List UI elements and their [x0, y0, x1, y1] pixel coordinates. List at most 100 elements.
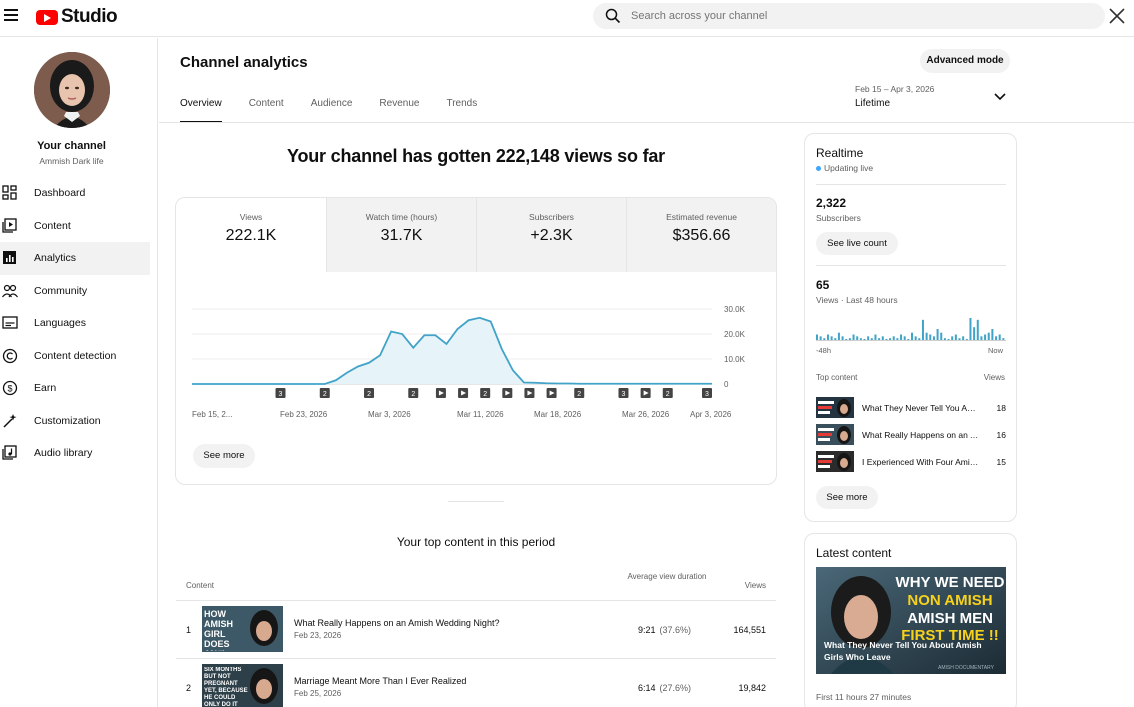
- chart-see-more-button[interactable]: See more: [193, 444, 255, 468]
- avg-view-duration: 9:21 (37.6%): [596, 625, 691, 635]
- realtime-bar: [984, 334, 987, 340]
- video-count-marker[interactable]: 3: [702, 388, 712, 398]
- search-input[interactable]: [631, 7, 1071, 25]
- metric-value: 31.7K: [380, 227, 423, 244]
- realtime-divider: [816, 265, 1006, 266]
- y-tick-label: 20.0K: [724, 330, 746, 339]
- tab-audience[interactable]: Audience: [311, 98, 353, 123]
- tab-overview[interactable]: Overview: [180, 98, 222, 123]
- metric-value: $356.66: [672, 227, 731, 244]
- row-views: 164,551: [733, 625, 766, 635]
- views-headline: Your channel has gotten 222,148 views so…: [286, 146, 665, 166]
- sidebar-item-earn[interactable]: $ Earn: [0, 372, 150, 405]
- chevron-down-icon[interactable]: [994, 92, 1006, 102]
- realtime-bar: [947, 339, 950, 340]
- video-thumbnail[interactable]: [816, 424, 854, 445]
- sidebar-item-content-detection[interactable]: Content detection: [0, 340, 150, 373]
- video-thumbnail[interactable]: HOW AMISH GIRL DOES AN#L: [202, 606, 283, 652]
- sidebar-item-content[interactable]: Content: [0, 210, 150, 243]
- realtime-top-views-header: Views: [983, 373, 1005, 382]
- video-publish-marker[interactable]: [502, 388, 513, 398]
- video-count-marker[interactable]: 3: [275, 388, 286, 398]
- realtime-bar: [892, 336, 895, 340]
- date-period-label[interactable]: Lifetime: [855, 98, 890, 109]
- table-row[interactable]: 1 HOW AMISH GIRL DOES AN#L What Really Hap…: [176, 601, 776, 659]
- metric-tab-watch-time-hours[interactable]: Watch time (hours) 31.7K: [326, 198, 476, 272]
- y-tick-label: 10.0K: [724, 355, 746, 364]
- realtime-views-label: Views · Last 48 hours: [816, 295, 898, 305]
- languages-icon: [2, 316, 18, 329]
- realtime-video-title[interactable]: What They Never Tell You About Amish Gir…: [862, 403, 980, 413]
- video-thumbnail[interactable]: [816, 397, 854, 418]
- realtime-bar: [973, 327, 976, 340]
- video-count-marker[interactable]: 2: [364, 388, 375, 398]
- sidebar-item-label: Audio library: [34, 447, 93, 460]
- sidebar-item-dashboard[interactable]: Dashboard: [0, 177, 150, 210]
- tab-content[interactable]: Content: [249, 98, 284, 123]
- channel-avatar[interactable]: [34, 52, 110, 128]
- video-publish-marker[interactable]: [458, 388, 469, 398]
- video-publish-marker[interactable]: [435, 388, 446, 398]
- svg-text:3: 3: [622, 391, 626, 398]
- live-dot-icon: [816, 166, 821, 172]
- realtime-bar: [867, 336, 870, 340]
- search-bar[interactable]: [593, 3, 1105, 29]
- see-live-count-button[interactable]: See live count: [816, 232, 898, 255]
- video-count-marker[interactable]: 2: [408, 388, 419, 398]
- video-title[interactable]: What Really Happens on an Amish Wedding …: [294, 618, 499, 628]
- metrics-card: Views 222.1K Watch time (hours) 31.7K Subscr…: [175, 197, 777, 485]
- sidebar-item-analytics[interactable]: Analytics: [0, 242, 150, 275]
- tab-revenue[interactable]: Revenue: [379, 98, 419, 123]
- video-count-marker[interactable]: 3: [618, 388, 629, 398]
- sidebar-item-audio-library[interactable]: Audio library: [0, 437, 150, 470]
- realtime-top-item[interactable]: What Really Happens on an Amish Wedding …: [816, 424, 1006, 446]
- dollar-icon: $: [2, 381, 18, 396]
- video-publish-marker[interactable]: [524, 388, 535, 398]
- audio-library-icon: [2, 445, 17, 460]
- search-icon[interactable]: [605, 8, 621, 24]
- latest-content-thumbnail[interactable]: WHY WE NEED NON AMISH AMISH MEN FIRST TI…: [816, 567, 1006, 674]
- advanced-mode-button[interactable]: Advanced mode: [920, 49, 1010, 73]
- video-date: Feb 23, 2026: [294, 631, 342, 640]
- realtime-top-item[interactable]: I Experienced With Four Amish Men 15: [816, 451, 1006, 473]
- realtime-bar: [914, 336, 917, 340]
- studio-logo[interactable]: Studio: [36, 6, 118, 28]
- sidebar-item-languages[interactable]: Languages: [0, 307, 150, 340]
- metric-tab-views[interactable]: Views 222.1K: [176, 198, 326, 272]
- svg-text:2: 2: [323, 391, 327, 398]
- video-count-marker[interactable]: 2: [574, 388, 585, 398]
- video-count-marker[interactable]: 2: [662, 388, 673, 398]
- duration-percent: (37.6%): [659, 625, 691, 635]
- realtime-bar: [1002, 338, 1005, 340]
- sidebar-item-community[interactable]: Community: [0, 275, 150, 308]
- video-publish-marker[interactable]: [546, 388, 557, 398]
- menu-icon[interactable]: [4, 9, 18, 23]
- realtime-top-item[interactable]: What They Never Tell You About Amish Gir…: [816, 397, 1006, 419]
- date-range[interactable]: Feb 15 – Apr 3, 2026: [855, 84, 934, 94]
- tab-trends[interactable]: Trends: [446, 98, 477, 123]
- table-row[interactable]: 2 SIX MONTHS BUT NOT PREGNANT YET, BECAUS…: [176, 659, 776, 707]
- metric-tab-estimated-revenue[interactable]: Estimated revenue $356.66: [626, 198, 776, 272]
- realtime-video-title[interactable]: I Experienced With Four Amish Men: [862, 457, 980, 467]
- metric-value: +2.3K: [530, 227, 573, 244]
- video-count-marker[interactable]: 2: [480, 388, 491, 398]
- video-title[interactable]: Marriage Meant More Than I Ever Realized: [294, 676, 466, 686]
- video-publish-marker[interactable]: [640, 388, 651, 398]
- video-thumbnail[interactable]: SIX MONTHS BUT NOT PREGNANT YET, BECAUSE…: [202, 664, 283, 707]
- x-tick-label: Mar 18, 2026: [534, 410, 582, 419]
- close-icon[interactable]: [1107, 6, 1127, 26]
- metric-tab-subscribers[interactable]: Subscribers +2.3K: [476, 198, 626, 272]
- realtime-bar: [943, 338, 946, 340]
- thumb-line-3: AMISH MEN: [907, 610, 993, 627]
- realtime-see-more-button[interactable]: See more: [816, 486, 878, 509]
- video-count-marker[interactable]: 2: [319, 388, 330, 398]
- realtime-bar: [834, 338, 837, 340]
- video-thumbnail[interactable]: [816, 451, 854, 472]
- sidebar-item-label: Content detection: [34, 349, 117, 362]
- realtime-bar: [965, 339, 968, 340]
- sidebar-item-label: Content: [34, 219, 71, 232]
- realtime-video-title[interactable]: What Really Happens on an Amish Wedding …: [862, 430, 980, 440]
- sidebar-item-label: Earn: [34, 382, 57, 395]
- realtime-bar: [969, 318, 972, 340]
- sidebar-item-customization[interactable]: Customization: [0, 405, 150, 438]
